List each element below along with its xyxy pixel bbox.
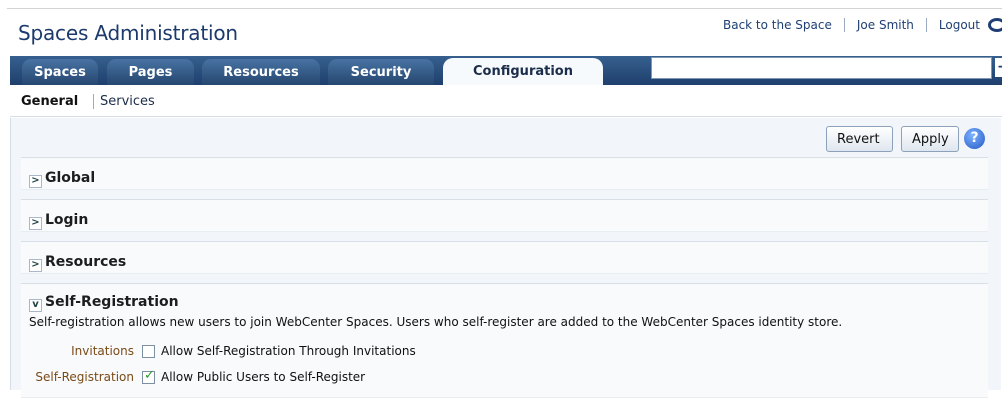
help-icon[interactable]: ? <box>964 128 985 149</box>
self-registration-row: Self-Registration Allow Public Users to … <box>21 368 366 385</box>
chevron-right-icon[interactable]: > <box>29 217 42 230</box>
invitations-row: Invitations Allow Self-Registration Thro… <box>21 344 416 358</box>
tab-spaces[interactable]: Spaces <box>22 59 98 85</box>
section-header[interactable]: > Resources <box>29 254 126 272</box>
self-registration-checkbox[interactable] <box>142 368 155 384</box>
section-resources[interactable]: > Resources <box>21 241 988 274</box>
sub-navigation: General Services <box>10 88 1002 117</box>
chevron-down-icon[interactable]: v <box>29 299 42 312</box>
section-label: Login <box>45 212 89 228</box>
section-label: Self-Registration <box>45 294 179 310</box>
chevron-right-icon[interactable]: > <box>29 175 42 188</box>
tab-pages[interactable]: Pages <box>107 59 194 85</box>
section-global[interactable]: > Global <box>21 157 988 190</box>
section-label: Global <box>45 170 96 186</box>
section-login[interactable]: > Login <box>21 199 988 232</box>
search-input[interactable] <box>651 57 992 79</box>
logout-link[interactable]: Logout <box>939 18 980 32</box>
section-header[interactable]: > Global <box>29 170 95 188</box>
separator <box>843 18 845 32</box>
tab-security[interactable]: Security <box>328 59 434 85</box>
tab-configuration[interactable]: Configuration <box>443 58 603 85</box>
self-registration-description: Self-registration allows new users to jo… <box>29 315 843 329</box>
section-header[interactable]: v Self-Registration <box>29 294 179 312</box>
invitations-checkbox[interactable] <box>142 344 155 358</box>
checkbox-label: Allow Self-Registration Through Invitati… <box>161 344 416 358</box>
apply-button[interactable]: Apply <box>901 126 959 152</box>
back-to-space-link[interactable]: Back to the Space <box>723 18 832 32</box>
tab-resources[interactable]: Resources <box>202 59 320 85</box>
section-label: Resources <box>45 254 127 270</box>
section-header[interactable]: > Login <box>29 212 88 230</box>
section-self-registration[interactable]: v Self-Registration Self-registration all… <box>21 283 988 398</box>
revert-button[interactable]: Revert <box>826 126 893 152</box>
subnav-divider <box>93 94 94 109</box>
header-links: Back to the Space Joe Smith Logout <box>723 18 980 32</box>
subnav-general[interactable]: General <box>21 94 78 109</box>
field-label: Self-Registration <box>35 370 134 384</box>
subnav-services[interactable]: Services <box>100 94 155 109</box>
checkbox-label: Allow Public Users to Self-Register <box>161 370 366 384</box>
top-divider <box>7 8 1002 9</box>
oracle-logo-icon <box>988 18 1002 32</box>
main-tab-bar: Spaces Pages Resources Security Configur… <box>10 56 1002 85</box>
field-label: Invitations <box>71 344 134 358</box>
user-link[interactable]: Joe Smith <box>857 18 914 32</box>
app-title: Spaces Administration <box>18 21 238 45</box>
configuration-panel: Revert Apply ? > Global > Login > Resources… <box>10 118 1001 398</box>
arrow-right-icon[interactable]: ➜ <box>995 58 1002 77</box>
separator <box>925 18 927 32</box>
chevron-right-icon[interactable]: > <box>29 259 42 272</box>
